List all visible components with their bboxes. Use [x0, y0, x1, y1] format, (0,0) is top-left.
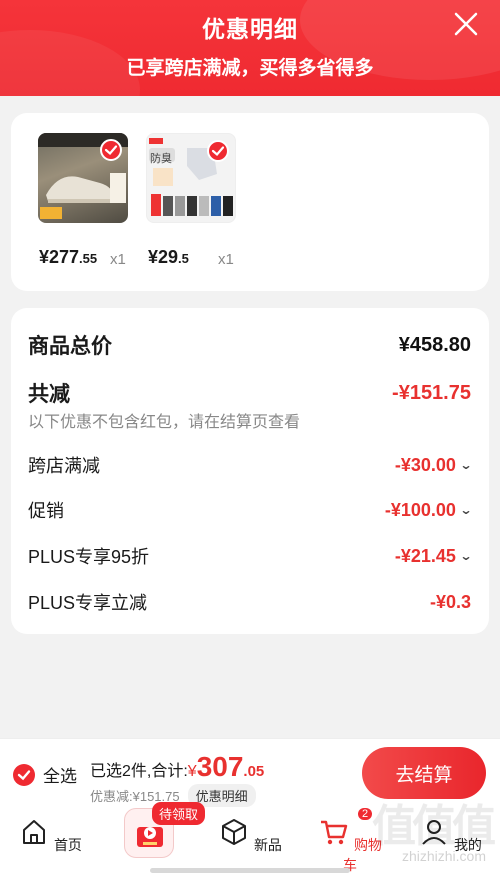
chevron-down-icon[interactable]: ⌄: [459, 549, 472, 563]
total-currency: ¥: [187, 763, 197, 780]
product-item[interactable]: 防臭: [146, 133, 246, 223]
price-integer: ¥277: [39, 247, 80, 267]
discount-detail-header: 优惠明细 已享跨店满减，买得多省得多: [0, 0, 500, 96]
product-image-shoes: [38, 133, 128, 223]
discount-row[interactable]: 跨店满减 -¥30.00 ⌄: [28, 452, 473, 478]
box-icon: [222, 819, 247, 845]
cart-icon: [321, 820, 348, 845]
home-icon: [23, 820, 46, 844]
discount-label: PLUS专享95折: [28, 547, 150, 567]
product-quantity: x1: [218, 251, 234, 268]
price-summary-card: 商品总价 ¥458.80 共减 -¥151.75 以下优惠不包含红包，请在结算页…: [11, 308, 489, 634]
selected-total: 已选2件,合计:¥307.05: [90, 751, 264, 783]
discount-label: 跨店满减: [28, 456, 100, 476]
price-integer: ¥29: [148, 247, 179, 267]
discount-row[interactable]: PLUS专享95折 -¥21.45 ⌄: [28, 543, 473, 569]
discount-note: 以下优惠不包含红包，请在结算页查看: [28, 414, 301, 431]
total-price-row: 商品总价 ¥458.80: [28, 330, 471, 360]
total-reduce-value: -¥151.75: [392, 381, 471, 404]
product-price: ¥277.55: [39, 247, 97, 268]
check-icon[interactable]: [13, 763, 35, 786]
select-all-toggle[interactable]: 全选: [13, 762, 77, 787]
tab-new[interactable]: 新品: [215, 816, 285, 855]
product-tag: 防臭: [150, 153, 172, 165]
discount-value: -¥30.00: [394, 454, 456, 475]
product-image-socks: 防臭: [146, 133, 236, 223]
discount-value: -¥21.45: [394, 545, 456, 566]
home-indicator[interactable]: [150, 868, 350, 873]
watermark-logo: 值值值: [372, 802, 496, 851]
coupon-badge: 待领取: [152, 802, 206, 825]
discount-label: 促销: [28, 501, 64, 521]
price-decimal: .55: [79, 251, 98, 266]
selected-products-card: ¥277.55 x1 防臭 ¥29.5 x1: [11, 113, 489, 291]
total-reduce-row: 共减 -¥151.75: [28, 378, 471, 408]
product-quantity: x1: [110, 251, 126, 268]
total-price-label: 商品总价: [28, 335, 112, 358]
total-price-value: ¥458.80: [398, 333, 471, 356]
discount-row[interactable]: 促销 -¥100.00 ⌄: [28, 497, 473, 523]
tab-label: 首页: [53, 837, 82, 853]
check-icon[interactable]: [100, 139, 122, 161]
selected-count-text: 已选2件,合计:: [90, 763, 188, 780]
total-amount-integer: 307: [196, 751, 244, 782]
select-all-label: 全选: [43, 767, 77, 786]
discount-label: PLUS专享立减: [28, 593, 148, 613]
total-reduce-label: 共减: [28, 383, 70, 406]
discount-value: -¥0.3: [429, 591, 471, 612]
tab-home[interactable]: 首页: [15, 816, 85, 855]
product-item[interactable]: [38, 133, 138, 223]
check-icon[interactable]: [207, 140, 229, 162]
page-title: 优惠明细: [202, 16, 298, 42]
chevron-down-icon[interactable]: ⌄: [459, 503, 472, 517]
tab-label: 新品: [253, 837, 282, 853]
discount-value: -¥100.00: [384, 499, 456, 520]
chevron-down-icon[interactable]: ⌄: [459, 458, 472, 472]
total-amount-decimal: .05: [243, 763, 265, 780]
cart-count-badge: 2: [358, 808, 373, 820]
page-subtitle: 已享跨店满减，买得多省得多: [126, 58, 374, 79]
discount-row: PLUS专享立减 -¥0.3: [28, 589, 471, 615]
product-price: ¥29.5: [148, 247, 189, 268]
price-decimal: .5: [178, 251, 189, 266]
watermark-url: zhizhizhi.com: [401, 848, 486, 864]
close-icon[interactable]: [452, 10, 480, 38]
